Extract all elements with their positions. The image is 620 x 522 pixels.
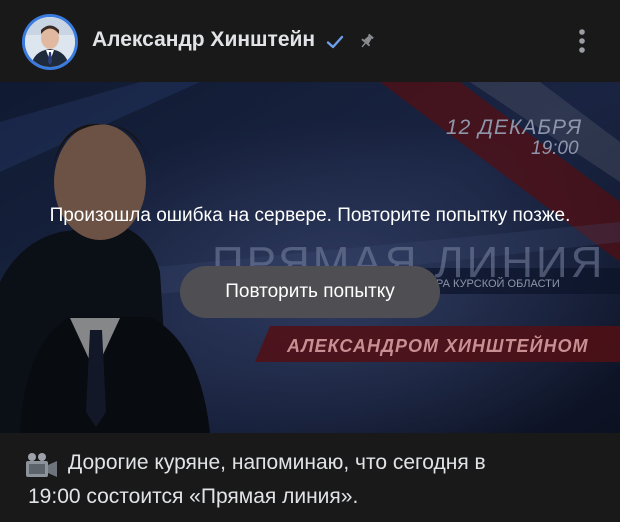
post-text-line-2: 19:00 состоится «Прямая линия». xyxy=(28,485,359,508)
more-vertical-icon[interactable] xyxy=(570,24,594,58)
avatar-photo xyxy=(25,17,75,67)
post-text: Дорогие куряне, напоминаю, что сегодня в… xyxy=(0,433,620,522)
video-time: 19:00 xyxy=(531,138,579,159)
video-host-line: АЛЕКСАНДРОМ ХИНШТЕЙНОМ xyxy=(287,336,589,356)
retry-button[interactable]: Повторить попытку xyxy=(180,266,440,318)
error-message: Произошла ошибка на сервере. Повторите п… xyxy=(49,205,571,226)
pin-icon xyxy=(361,33,374,48)
video-player[interactable]: 12 ДЕКАБРЯ 19:00 ПРЯМАЯ ЛИНИЯ ГУБЕРНАТОР… xyxy=(0,82,620,433)
movie-camera-icon xyxy=(26,453,57,477)
post-text-line-1: Дорогие куряне, напоминаю, что сегодня в xyxy=(68,451,486,474)
post-header: Александр Хинштейн xyxy=(0,0,620,82)
video-date: 12 ДЕКАБРЯ xyxy=(446,116,583,139)
verified-check-icon xyxy=(326,35,344,49)
avatar[interactable] xyxy=(22,14,78,70)
author-name[interactable]: Александр Хинштейн xyxy=(92,28,315,52)
